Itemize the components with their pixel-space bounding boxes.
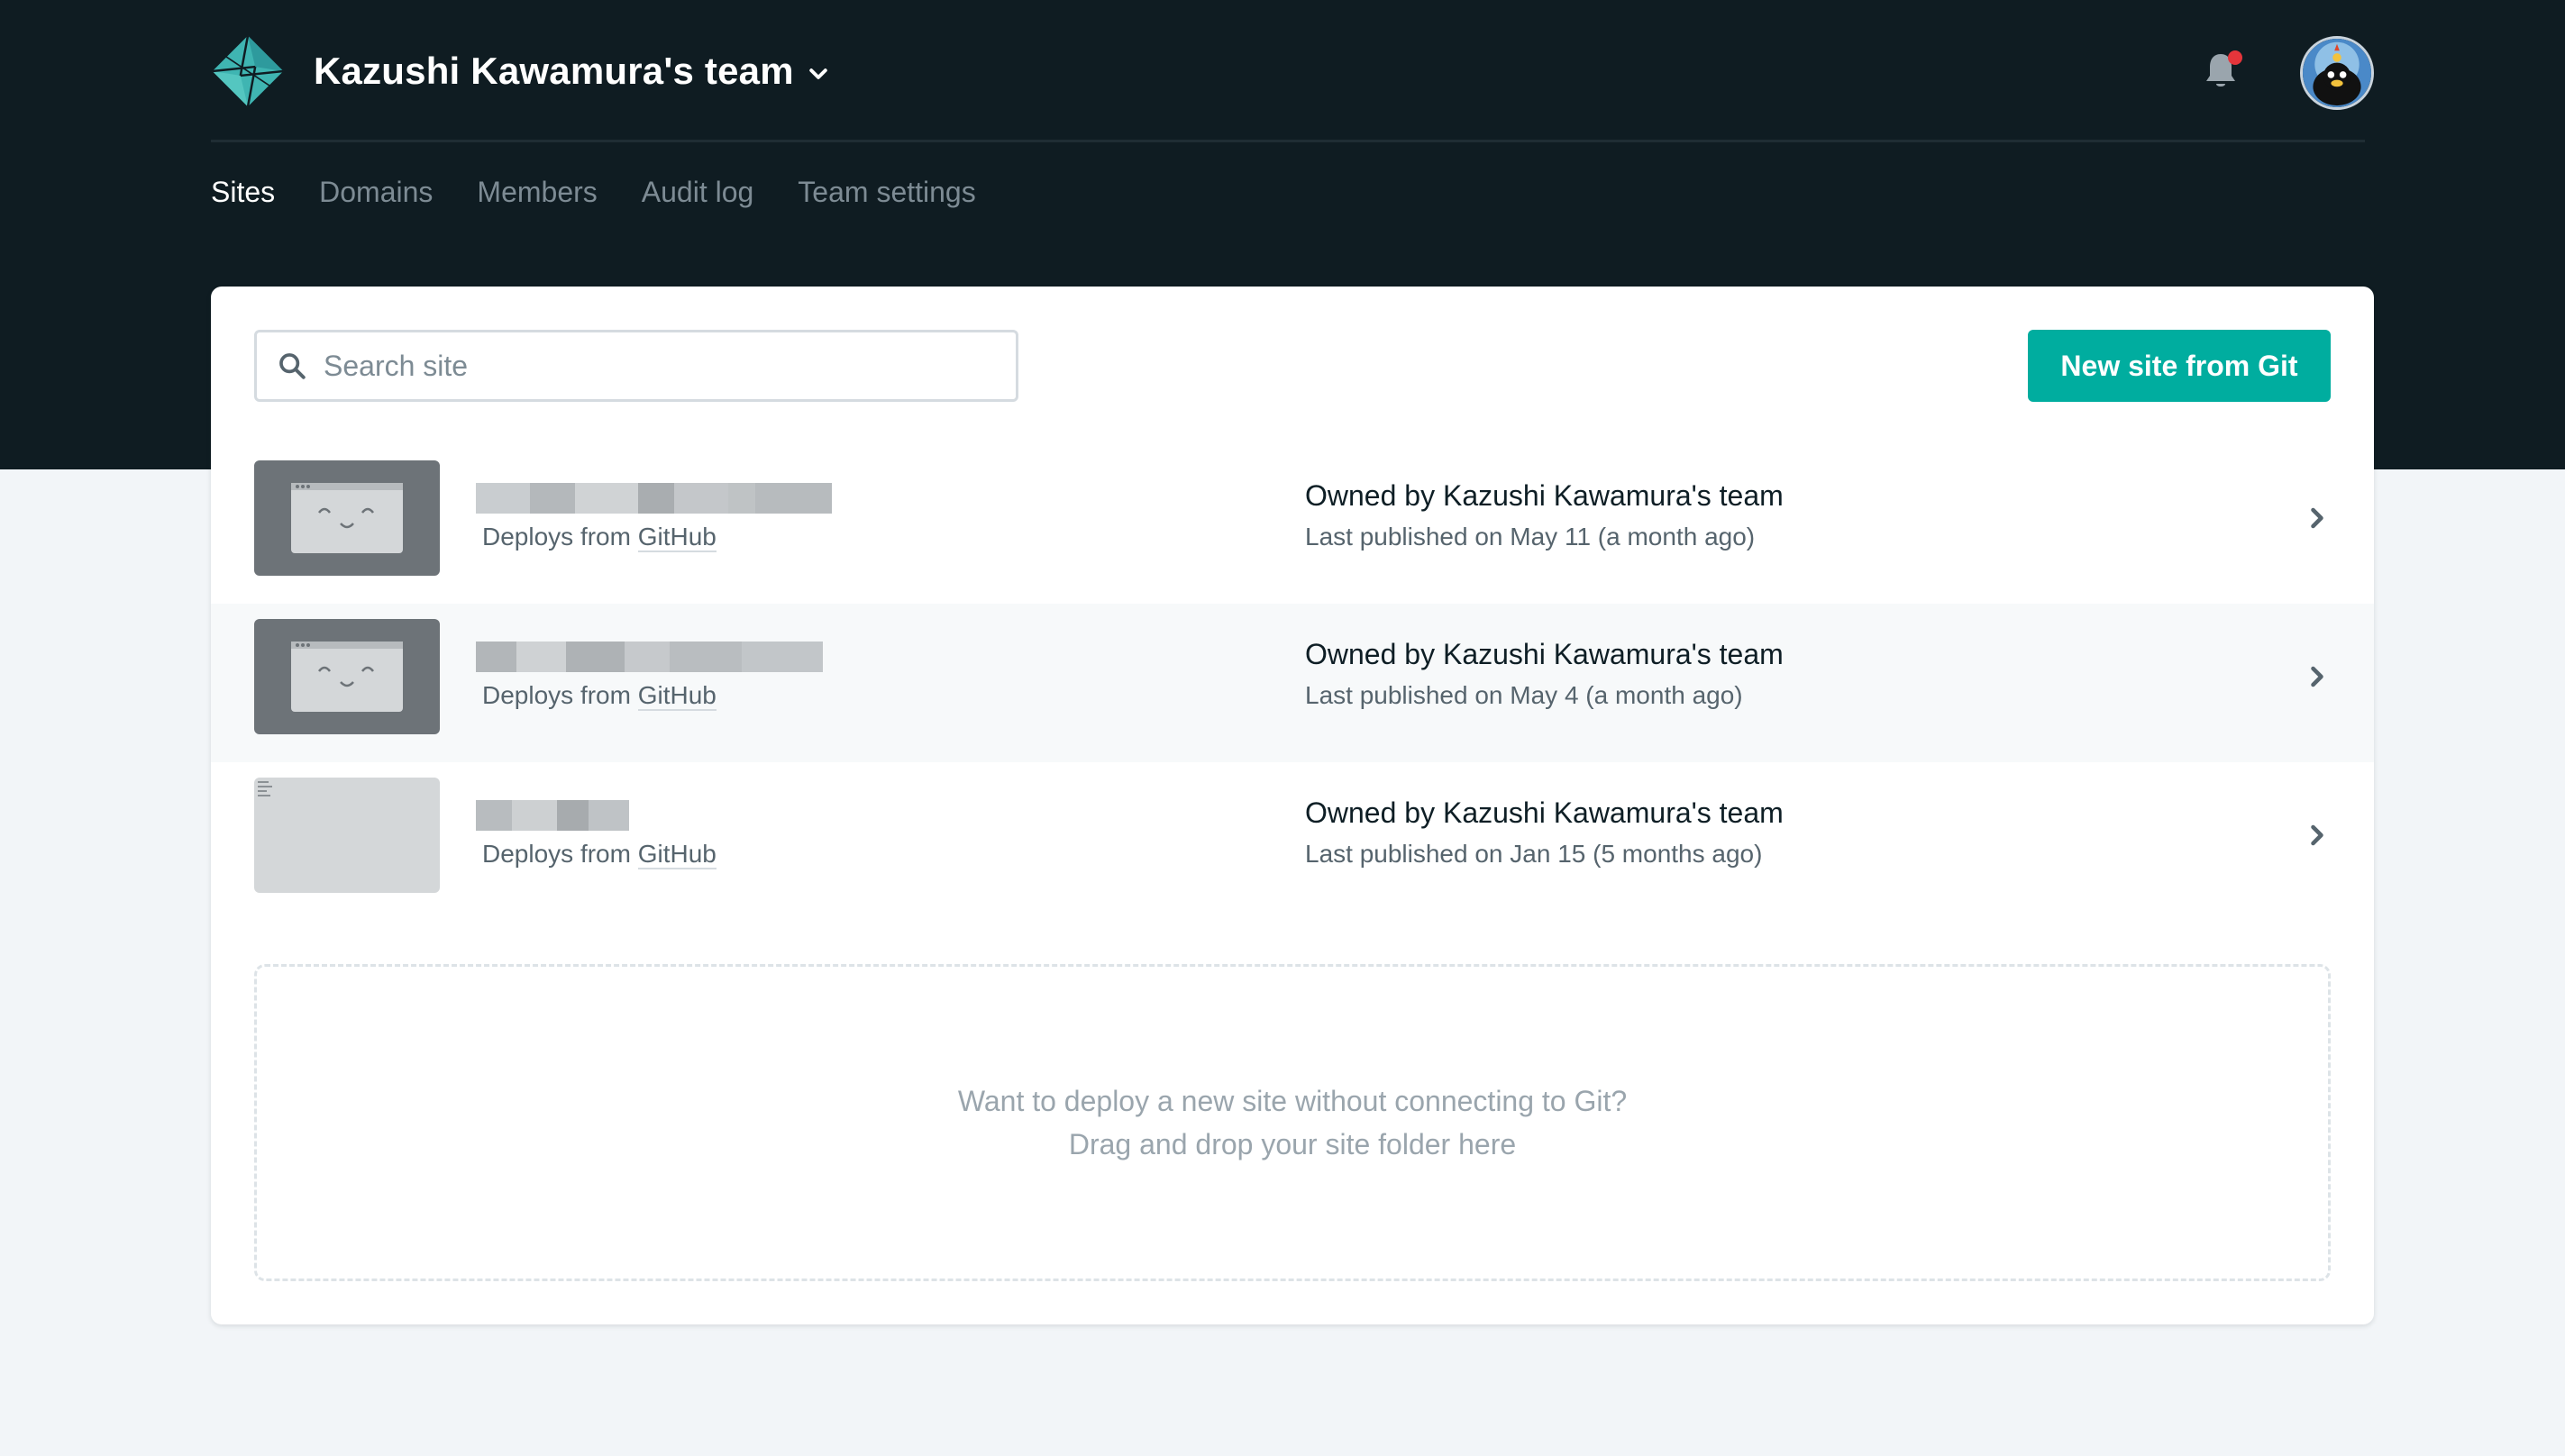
netlify-logo-icon[interactable] <box>211 34 285 108</box>
dropzone-line-1: Want to deploy a new site without connec… <box>957 1085 1628 1117</box>
site-name-redacted[interactable] <box>476 642 836 676</box>
site-thumbnail <box>254 460 440 576</box>
site-owner: Owned by Kazushi Kawamura's team <box>1305 796 1784 830</box>
last-published: Last published on Jan 15 (5 months ago) <box>1305 840 1763 868</box>
notification-badge <box>2228 50 2242 65</box>
site-row[interactable]: Deploys from GitHub Owned by Kazushi Kaw… <box>211 604 2374 762</box>
owner-name: Kazushi Kawamura's team <box>1442 796 1784 829</box>
chevron-right-icon[interactable] <box>2304 503 2331 533</box>
team-nav: Sites Domains Members Audit log Team set… <box>211 176 976 209</box>
site-placeholder-icon <box>254 460 440 576</box>
team-switcher-label[interactable]: Kazushi Kawamura's team <box>314 50 794 93</box>
deploy-source-prefix: Deploys from <box>482 840 638 868</box>
last-published: Last published on May 4 (a month ago) <box>1305 681 1743 709</box>
github-link[interactable]: GitHub <box>637 840 717 869</box>
chevron-right-icon[interactable] <box>2304 661 2331 692</box>
tab-domains[interactable]: Domains <box>319 176 433 209</box>
tab-team-settings[interactable]: Team settings <box>798 176 975 209</box>
tab-audit-log[interactable]: Audit log <box>642 176 754 209</box>
chevron-right-icon[interactable] <box>2304 820 2331 851</box>
site-row[interactable]: Deploys from GitHub Owned by Kazushi Kaw… <box>211 762 2374 921</box>
drag-drop-zone[interactable]: Want to deploy a new site without connec… <box>254 964 2331 1281</box>
search-box[interactable] <box>254 330 1018 402</box>
owner-prefix: Owned by <box>1305 479 1443 512</box>
deploy-source: Deploys from GitHub <box>482 681 717 711</box>
site-screenshot-icon <box>254 778 440 893</box>
owner-prefix: Owned by <box>1305 796 1443 829</box>
github-link[interactable]: GitHub <box>637 681 717 711</box>
owner-name: Kazushi Kawamura's team <box>1442 479 1784 512</box>
site-owner: Owned by Kazushi Kawamura's team <box>1305 638 1784 671</box>
site-list: Deploys from GitHub Owned by Kazushi Kaw… <box>211 445 2374 921</box>
site-name-redacted[interactable] <box>476 483 836 517</box>
site-row[interactable]: Deploys from GitHub Owned by Kazushi Kaw… <box>211 445 2374 604</box>
header-actions <box>2203 36 2374 110</box>
search-icon <box>279 353 306 379</box>
owner-prefix: Owned by <box>1305 638 1443 670</box>
new-site-from-git-button[interactable]: New site from Git <box>2028 330 2331 402</box>
dropzone-line-2: Drag and drop your site folder here <box>1068 1128 1517 1160</box>
site-name-redacted[interactable] <box>476 800 836 834</box>
sites-card: New site from Git Deploys from GitHub Ow… <box>211 287 2374 1324</box>
owner-name: Kazushi Kawamura's team <box>1442 638 1784 670</box>
user-avatar-icon <box>2303 39 2371 107</box>
last-published: Last published on May 11 (a month ago) <box>1305 523 1756 551</box>
github-link[interactable]: GitHub <box>637 523 717 552</box>
top-bar: Kazushi Kawamura's team <box>211 0 2374 141</box>
avatar[interactable] <box>2300 36 2374 110</box>
site-thumbnail <box>254 778 440 893</box>
tab-sites[interactable]: Sites <box>211 176 275 209</box>
header-divider <box>211 140 2365 142</box>
site-thumbnail <box>254 619 440 734</box>
chevron-down-icon[interactable] <box>807 62 830 86</box>
search-input[interactable] <box>324 349 1009 383</box>
notifications-button[interactable] <box>2203 50 2242 96</box>
deploy-source: Deploys from GitHub <box>482 840 717 869</box>
site-owner: Owned by Kazushi Kawamura's team <box>1305 479 1784 513</box>
tab-members[interactable]: Members <box>477 176 597 209</box>
deploy-source-prefix: Deploys from <box>482 523 638 551</box>
deploy-source: Deploys from GitHub <box>482 523 717 552</box>
site-placeholder-icon <box>254 619 440 734</box>
deploy-source-prefix: Deploys from <box>482 681 638 709</box>
